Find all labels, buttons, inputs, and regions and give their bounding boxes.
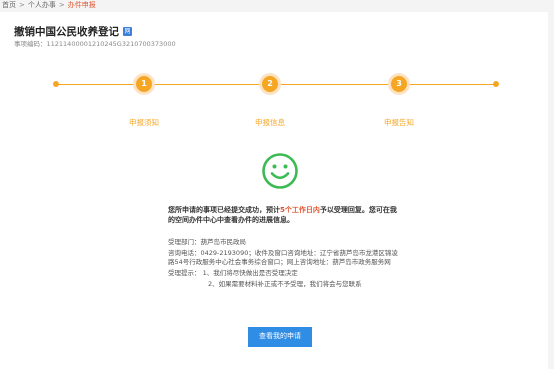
acceptance-tip-2: 2、如果需要材料补正或不予受理，我们将会与您联系 xyxy=(208,280,362,288)
step-1-circle: 1 xyxy=(133,73,155,95)
step-3-number: 3 xyxy=(391,76,407,92)
step-2-circle: 2 xyxy=(259,73,281,95)
step-1-label: 申报须知 xyxy=(129,118,159,127)
success-message-highlight: 5个工作日内 xyxy=(280,206,320,214)
success-message: 您所申请的事项已经提交成功，预计5个工作日内予以受理回复。您可在我的空间办件中心… xyxy=(168,205,398,225)
step-progress: 1 2 3 申报须知 申报信息 申报告知 xyxy=(0,0,554,130)
step-2-label: 申报信息 xyxy=(255,118,285,127)
step-2-number: 2 xyxy=(262,76,278,92)
step-3-circle: 3 xyxy=(388,73,410,95)
step-1-number: 1 xyxy=(136,76,152,92)
success-message-pre: 您所申请的事项已经提交成功，预计 xyxy=(168,206,280,214)
step-3-label: 申报告知 xyxy=(384,118,414,127)
acceptance-contact: 咨询电话：0429-2193090；收件及窗口咨询地址：辽宁省葫芦岛市龙港区锦凌… xyxy=(168,248,398,267)
progress-start-dot xyxy=(53,81,59,87)
progress-end-dot xyxy=(493,81,499,87)
acceptance-info: 受理部门：葫芦岛市民政局 咨询电话：0429-2193090；收件及窗口咨询地址… xyxy=(168,238,398,291)
acceptance-tip-1: 受理提示： 1、我们将尽快做出是否受理决定 xyxy=(168,268,298,277)
view-my-application-button[interactable]: 查看我的申请 xyxy=(248,327,312,347)
acceptance-dept: 受理部门：葫芦岛市民政局 xyxy=(168,238,246,246)
smile-icon xyxy=(262,153,298,189)
